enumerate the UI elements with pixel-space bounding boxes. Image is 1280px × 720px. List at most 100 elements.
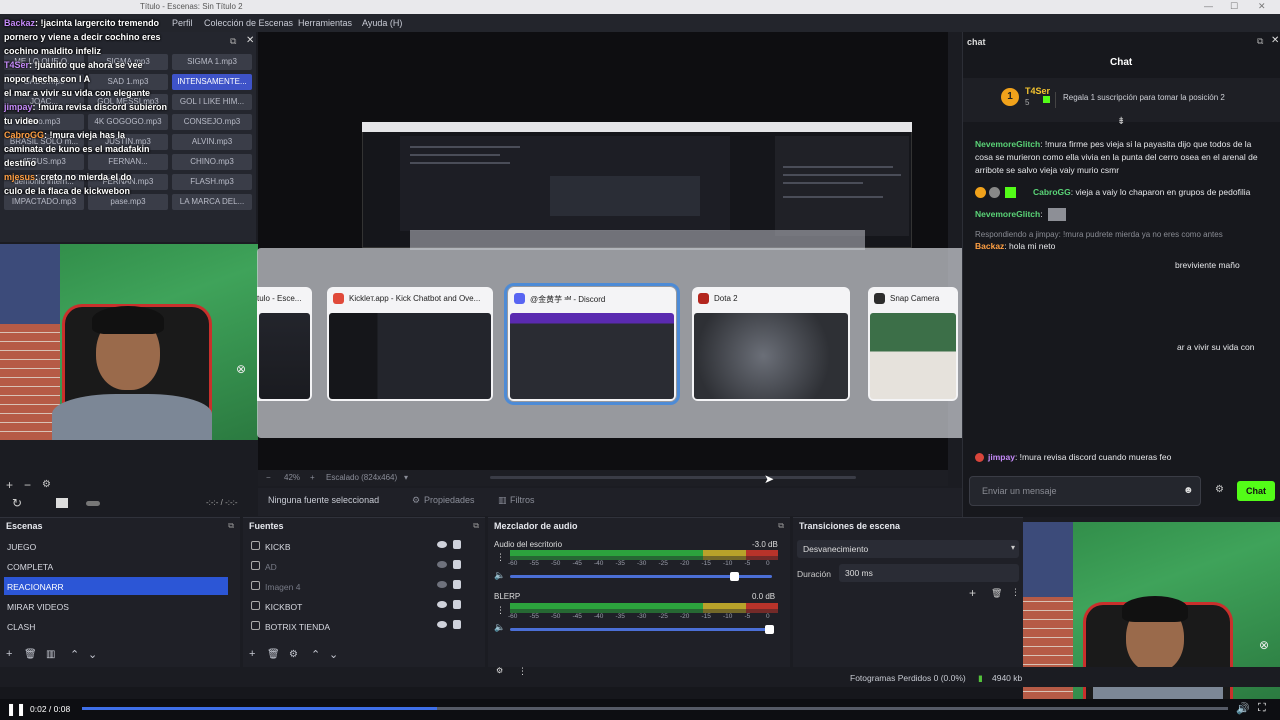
switcher-window-card[interactable]: @金黄芋 ˢᴹ - Discord [504, 283, 680, 405]
stop-icon[interactable] [56, 498, 68, 508]
remove-icon[interactable]: − [24, 478, 31, 492]
lock-icon[interactable] [453, 620, 461, 629]
status-bar: Fotogramas Perdidos 0 (0.0%) ▮ 4940 kb [800, 667, 1280, 687]
pause-icon[interactable]: ❚❚ [6, 702, 26, 716]
transitions-title: Transiciones de escena [799, 521, 901, 531]
gear-icon[interactable]: ⚙ [1215, 484, 1224, 495]
add-icon[interactable]: + [6, 648, 12, 660]
source-item[interactable]: Imagen 4 [247, 577, 477, 595]
volume-knob[interactable] [730, 572, 739, 581]
chat-send-button[interactable]: Chat [1237, 481, 1275, 501]
float-icon[interactable]: ⧉ [473, 521, 479, 531]
speaker-icon[interactable]: 🔈 [494, 622, 505, 633]
visibility-eye-icon[interactable] [437, 561, 447, 568]
scene-item[interactable]: CLASH [4, 617, 228, 635]
channel-db: -3.0 dB [752, 540, 778, 549]
pin-icon[interactable]: ⇟ [1117, 116, 1125, 127]
lock-icon[interactable] [453, 540, 461, 549]
close-circle-icon[interactable]: ⊗ [1259, 638, 1269, 652]
properties-button[interactable]: Propiedades [424, 495, 475, 505]
move-down-icon[interactable]: ⌄ [329, 648, 338, 661]
add-icon[interactable]: + [249, 648, 255, 660]
speaker-icon[interactable]: 🔈 [494, 570, 505, 581]
refresh-icon[interactable]: ↻ [12, 496, 22, 510]
gear-icon[interactable]: ⚙ [42, 479, 51, 490]
more-icon[interactable]: ⋮ [518, 666, 527, 677]
visibility-eye-icon[interactable] [437, 581, 447, 588]
source-label: KICKB [265, 542, 291, 552]
volume-slider[interactable] [510, 628, 772, 631]
chat-user[interactable]: NevemoreGlitch [975, 209, 1040, 219]
duration-input[interactable]: 300 ms [839, 564, 1019, 582]
trash-icon[interactable]: 🗑 [991, 588, 1002, 599]
move-up-icon[interactable]: ⌃ [311, 648, 320, 661]
visibility-eye-icon[interactable] [437, 601, 447, 608]
source-type-icon [251, 581, 260, 590]
scene-item[interactable]: REACIONARR [4, 577, 228, 595]
float-icon[interactable]: ⧉ [1257, 36, 1263, 47]
overlay-chat-line: mjesus: creto no mierda el do [4, 172, 132, 182]
overlay-chat-text: culo de la flaca de kickwebon [4, 186, 131, 196]
menu-help[interactable]: Ayuda (H) [362, 18, 402, 28]
close-icon[interactable]: ✕ [1258, 1, 1266, 12]
more-icon[interactable]: ⋮ [496, 552, 505, 563]
chat-user[interactable]: CabroGG [1033, 187, 1071, 197]
menu-tools[interactable]: Herramientas [298, 18, 352, 28]
source-item[interactable]: AD [247, 557, 477, 575]
trash-icon[interactable]: 🗑 [267, 649, 280, 660]
source-item[interactable]: BOTRIX TIENDA [247, 617, 477, 635]
scene-item[interactable]: COMPLETA [4, 557, 228, 575]
more-icon[interactable]: ⋮ [496, 605, 505, 616]
volume-icon[interactable]: 🔊 [1236, 702, 1250, 715]
switcher-window-card[interactable]: tulo - Esce... [257, 287, 312, 401]
chat-input[interactable]: Enviar un mensaje ☻ [969, 476, 1201, 506]
fullscreen-icon[interactable]: ⛶ [1258, 702, 1266, 715]
trash-icon[interactable]: 🗑 [24, 649, 37, 660]
chat-user[interactable]: NevemoreGlitch [975, 139, 1040, 149]
gear-icon[interactable]: ⚙ [496, 666, 503, 675]
close-icon[interactable]: ✕ [1271, 35, 1279, 46]
switcher-window-card[interactable]: Kickleт.app - Kick Chatbot and Ove... [327, 287, 493, 401]
zoom-in-button[interactable]: + [310, 473, 315, 482]
visibility-eye-icon[interactable] [437, 541, 447, 548]
switcher-window-title: Dota 2 [714, 294, 738, 303]
move-up-icon[interactable]: ⌃ [70, 648, 79, 661]
close-circle-icon[interactable]: ⊗ [236, 362, 246, 376]
maximize-icon[interactable]: ☐ [1230, 1, 1238, 12]
chat-user[interactable]: Backaz [975, 241, 1004, 251]
meter-scale-label: -15 [701, 613, 711, 620]
scene-item[interactable]: JUEGO [4, 537, 228, 555]
switcher-window-card[interactable]: Snap Camera [868, 287, 958, 401]
chat-partial-text: breviviente maño [1175, 260, 1240, 270]
emoji-icon[interactable]: ☻ [1183, 485, 1194, 496]
more-icon[interactable]: ⋮ [1011, 587, 1020, 598]
visibility-eye-icon[interactable] [437, 621, 447, 628]
switcher-window-card[interactable]: Dota 2 [692, 287, 850, 401]
float-icon[interactable]: ⧉ [228, 521, 234, 531]
zoom-out-button[interactable]: − [266, 473, 271, 482]
transition-select[interactable]: Desvanecimiento ▾ [797, 540, 1019, 558]
sources-dock: Fuentes ⧉ KICKB AD Imagen 4 KICKBOT BOTRIX T… [243, 517, 485, 667]
source-item[interactable]: KICKB [247, 537, 477, 555]
window-thumbnail [510, 313, 674, 399]
add-icon[interactable]: + [6, 478, 13, 492]
overlay-chat-text: cochino maldito infeliz [4, 46, 102, 56]
gear-icon[interactable]: ⚙ [289, 649, 298, 660]
move-down-icon[interactable]: ⌄ [88, 648, 97, 661]
toggle-icon[interactable] [86, 501, 100, 506]
lock-icon[interactable] [453, 580, 461, 589]
source-label: BOTRIX TIENDA [265, 622, 331, 632]
source-item[interactable]: KICKBOT [247, 597, 477, 615]
volume-knob[interactable] [765, 625, 774, 634]
lock-icon[interactable] [453, 600, 461, 609]
minimize-icon[interactable]: — [1204, 1, 1213, 11]
preview-dock-capture [400, 136, 730, 231]
filter-icon[interactable]: ▥ [46, 649, 55, 660]
preview-scrollbar[interactable] [490, 476, 856, 479]
scene-item[interactable]: MIRAR VIDEOS [4, 597, 228, 615]
filters-button[interactable]: Filtros [510, 495, 535, 505]
add-icon[interactable]: + [969, 586, 976, 600]
lock-icon[interactable] [453, 560, 461, 569]
chevron-down-icon[interactable]: ▾ [404, 473, 408, 482]
float-icon[interactable]: ⧉ [778, 521, 784, 531]
